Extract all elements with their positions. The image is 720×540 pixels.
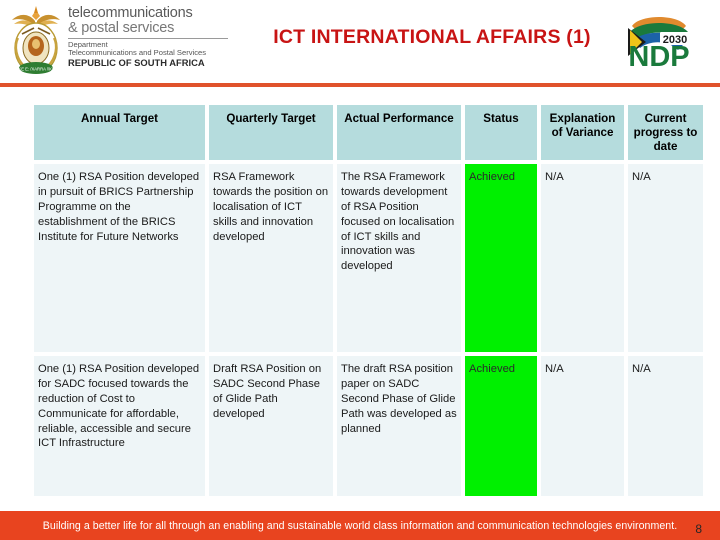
cell-explanation-of-variance: N/A	[541, 356, 624, 496]
cell-explanation-of-variance: N/A	[541, 164, 624, 352]
cell-actual-performance: The draft RSA position paper on SADC Sec…	[337, 356, 461, 496]
performance-table: Annual Target Quarterly Target Actual Pe…	[30, 101, 707, 500]
dept-fullname: Telecommunications and Postal Services	[68, 48, 207, 58]
cell-actual-performance: The RSA Framework towards development of…	[337, 164, 461, 352]
slide-header: !KE E: /XARRA //KE telecommunications & …	[0, 0, 720, 87]
column-header-current-progress: Current progress to date	[628, 105, 703, 160]
column-header-actual-performance: Actual Performance	[337, 105, 461, 160]
status-badge: Achieved	[465, 164, 537, 352]
column-header-quarterly-target: Quarterly Target	[209, 105, 333, 160]
column-header-status: Status	[465, 105, 537, 160]
status-badge: Achieved	[465, 356, 537, 496]
cell-annual-target: One (1) RSA Position developed in pursui…	[34, 164, 205, 352]
cell-quarterly-target: RSA Framework towards the position on lo…	[209, 164, 333, 352]
table-row: One (1) RSA Position developed for SADC …	[34, 356, 703, 496]
table-header-row: Annual Target Quarterly Target Actual Pe…	[34, 105, 703, 160]
svg-text:!KE E: /XARRA //KE: !KE E: /XARRA //KE	[17, 67, 55, 72]
column-header-annual-target: Annual Target	[34, 105, 205, 160]
department-wordmark: telecommunications & postal services Dep…	[68, 5, 233, 68]
coat-of-arms-icon: !KE E: /XARRA //KE	[12, 6, 60, 74]
dept-name-line2: & postal services	[68, 20, 175, 37]
svg-text:NDP: NDP	[628, 41, 689, 73]
header-divider	[0, 83, 720, 87]
cell-quarterly-target: Draft RSA Position on SADC Second Phase …	[209, 356, 333, 496]
cell-annual-target: One (1) RSA Position developed for SADC …	[34, 356, 205, 496]
dept-country: REPUBLIC OF SOUTH AFRICA	[68, 56, 205, 68]
dept-divider	[68, 38, 228, 40]
cell-current-progress: N/A	[628, 164, 703, 352]
table-row: One (1) RSA Position developed in pursui…	[34, 164, 703, 352]
ndp-logo-icon: 2030 NDP	[626, 7, 692, 73]
cell-current-progress: N/A	[628, 356, 703, 496]
page-title: ICT INTERNATIONAL AFFAIRS (1)	[273, 26, 591, 48]
page-number: 8	[695, 522, 702, 536]
footer-tagline: Building a better life for all through a…	[42, 519, 678, 532]
footer-band: Building a better life for all through a…	[0, 511, 720, 540]
column-header-explanation: Explanation of Variance	[541, 105, 624, 160]
dept-name-line1: telecommunications	[68, 5, 193, 21]
